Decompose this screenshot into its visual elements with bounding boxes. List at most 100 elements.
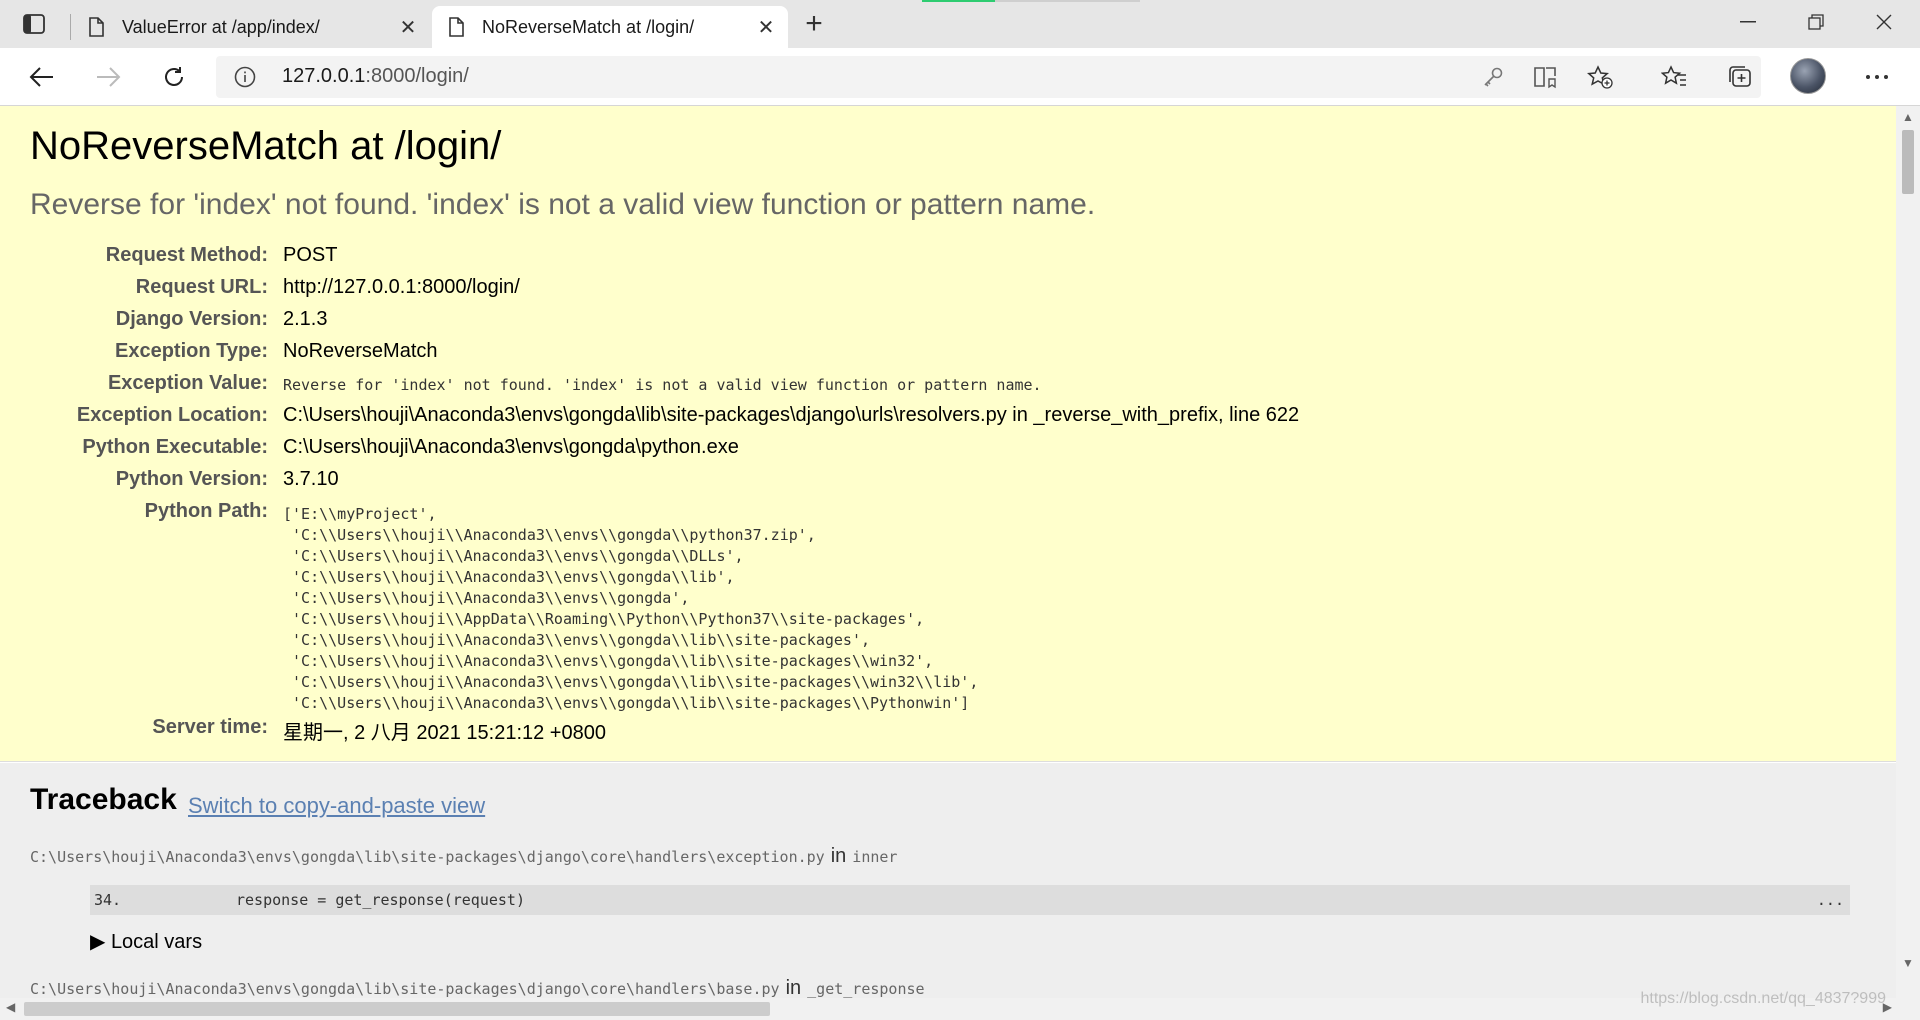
meta-value: 2.1.3 bbox=[283, 308, 328, 330]
meta-key: Exception Location: bbox=[76, 404, 268, 426]
tab-valueerror[interactable]: ValueError at /app/index/ ✕ bbox=[70, 6, 430, 48]
url-host: 127.0.0.1 bbox=[282, 65, 366, 87]
meta-key: Request URL: bbox=[135, 276, 268, 298]
more-menu-icon[interactable] bbox=[1860, 60, 1894, 94]
vertical-scrollbar[interactable]: ▲ ▼ bbox=[1896, 106, 1920, 998]
immersive-reader-icon[interactable] bbox=[1532, 64, 1560, 90]
meta-value: C:\Users\houji\Anaconda3\envs\gongda\pyt… bbox=[283, 436, 739, 458]
meta-value: C:\Users\houji\Anaconda3\envs\gongda\lib… bbox=[283, 404, 1300, 426]
close-icon[interactable]: ✕ bbox=[396, 15, 420, 39]
restore-icon[interactable] bbox=[1788, 8, 1844, 36]
url-path: :8000/login/ bbox=[365, 65, 469, 87]
meta-row-python-version: Python Version: 3.7.10 bbox=[0, 466, 1890, 498]
scroll-thumb[interactable] bbox=[1902, 130, 1914, 194]
collections-icon[interactable] bbox=[1723, 60, 1757, 94]
frame-function: _get_response bbox=[807, 980, 925, 998]
python-path-entry: 'C:\\Users\\houji\\Anaconda3\\envs\\gong… bbox=[283, 547, 744, 565]
scroll-down-icon[interactable]: ▼ bbox=[1902, 956, 1914, 970]
window-close-icon[interactable] bbox=[1856, 8, 1912, 36]
meta-key: Server time: bbox=[152, 716, 268, 738]
frame-file-path: C:\Users\houji\Anaconda3\envs\gongda\lib… bbox=[30, 845, 897, 868]
forward-arrow-icon[interactable] bbox=[90, 59, 126, 95]
local-vars-toggle[interactable]: ▶ Local vars bbox=[90, 929, 202, 954]
new-tab-button[interactable]: + bbox=[798, 7, 830, 40]
meta-row-python-executable: Python Executable: C:\Users\houji\Anacon… bbox=[0, 434, 1890, 466]
frame-file-path: C:\Users\houji\Anaconda3\envs\gongda\lib… bbox=[30, 977, 925, 998]
python-path-entry: 'C:\\Users\\houji\\Anaconda3\\envs\\gong… bbox=[283, 631, 870, 649]
python-path-entry: 'C:\\Users\\houji\\Anaconda3\\envs\\gong… bbox=[283, 673, 979, 691]
frame-function: inner bbox=[852, 848, 898, 866]
meta-value: http://127.0.0.1:8000/login/ bbox=[283, 276, 520, 298]
frame-file: C:\Users\houji\Anaconda3\envs\gongda\lib… bbox=[30, 848, 825, 866]
meta-row-django-version: Django Version: 2.1.3 bbox=[0, 306, 1890, 338]
page-title: NoReverseMatch at /login/ bbox=[30, 124, 502, 168]
python-path-entry: 'C:\\Users\\houji\\Anaconda3\\envs\\gong… bbox=[283, 652, 934, 670]
favorites-icon[interactable] bbox=[1657, 60, 1691, 94]
tab-actions-icon[interactable] bbox=[18, 10, 50, 38]
meta-key: Python Version: bbox=[115, 468, 268, 490]
meta-row-python-path: Python Path: ['E:\\myProject', 'C:\\User… bbox=[0, 498, 1890, 720]
code-text: response = get_response(request) bbox=[236, 891, 525, 909]
meta-key: Exception Type: bbox=[115, 340, 268, 362]
add-favorite-icon[interactable] bbox=[1586, 64, 1614, 90]
meta-value: Reverse for 'index' not found. 'index' i… bbox=[283, 376, 1042, 394]
meta-value: 星期一, 2 八月 2021 15:21:12 +0800 bbox=[283, 722, 606, 744]
python-path-entry: 'C:\\Users\\houji\\Anaconda3\\envs\\gong… bbox=[283, 694, 970, 712]
frame-in-word: in bbox=[785, 977, 802, 998]
meta-value: NoReverseMatch bbox=[283, 340, 438, 362]
tab-title: NoReverseMatch at /login/ bbox=[482, 16, 695, 37]
url-text: 127.0.0.1:8000/login/ bbox=[282, 65, 469, 88]
expand-context-dots[interactable]: ... bbox=[1817, 891, 1844, 909]
address-bar[interactable]: 127.0.0.1:8000/login/ bbox=[216, 56, 1761, 98]
info-icon[interactable] bbox=[234, 66, 256, 88]
meta-value: 3.7.10 bbox=[283, 468, 339, 490]
python-path-entry: 'C:\\Users\\houji\\Anaconda3\\envs\\gong… bbox=[283, 589, 690, 607]
scroll-up-icon[interactable]: ▲ bbox=[1902, 110, 1914, 124]
page-icon bbox=[448, 17, 464, 37]
meta-row-exception-type: Exception Type: NoReverseMatch bbox=[0, 338, 1890, 370]
tab-noreversematch[interactable]: NoReverseMatch at /login/ ✕ bbox=[432, 6, 788, 48]
loading-indicator bbox=[922, 0, 995, 2]
python-path-entry: 'C:\\Users\\houji\\Anaconda3\\envs\\gong… bbox=[283, 526, 816, 544]
close-icon[interactable]: ✕ bbox=[754, 15, 778, 39]
meta-key: Request Method: bbox=[105, 244, 268, 266]
meta-key: Python Path: bbox=[144, 500, 268, 522]
loading-track bbox=[995, 0, 1140, 2]
tab-title: ValueError at /app/index/ bbox=[122, 16, 320, 37]
python-path-entry: ['E:\\myProject', bbox=[283, 505, 437, 523]
horizontal-scrollbar[interactable]: ◀ ▶ bbox=[0, 998, 1920, 1020]
meta-row-exception-value: Exception Value: Reverse for 'index' not… bbox=[0, 370, 1890, 402]
watermark: https://blog.csdn.net/qq_4837?999 bbox=[1640, 990, 1886, 1007]
scroll-thumb[interactable] bbox=[24, 1002, 770, 1016]
error-summary: NoReverseMatch at /login/ Reverse for 'i… bbox=[0, 106, 1896, 762]
browser-toolbar: 127.0.0.1:8000/login/ bbox=[0, 48, 1920, 106]
line-number: 34. bbox=[94, 891, 122, 909]
refresh-icon[interactable] bbox=[156, 59, 192, 95]
traceback-section: Traceback Switch to copy-and-paste view … bbox=[0, 763, 1896, 998]
frame-file: C:\Users\houji\Anaconda3\envs\gongda\lib… bbox=[30, 980, 780, 998]
meta-value: POST bbox=[283, 244, 338, 266]
meta-key: Python Executable: bbox=[82, 436, 268, 458]
key-icon[interactable] bbox=[1479, 64, 1507, 90]
python-path-entry: 'C:\\Users\\houji\\AppData\\Roaming\\Pyt… bbox=[283, 610, 925, 628]
meta-row-request-method: Request Method: POST bbox=[0, 242, 1890, 274]
meta-key: Django Version: bbox=[115, 308, 268, 330]
minimize-icon[interactable] bbox=[1720, 8, 1776, 36]
page-icon bbox=[88, 17, 104, 37]
back-arrow-icon[interactable] bbox=[24, 59, 60, 95]
error-subtitle: Reverse for 'index' not found. 'index' i… bbox=[30, 188, 1096, 221]
scroll-left-icon[interactable]: ◀ bbox=[6, 1000, 15, 1014]
traceback-heading: Traceback bbox=[30, 783, 177, 816]
meta-row-request-url: Request URL: http://127.0.0.1:8000/login… bbox=[0, 274, 1890, 306]
tab-strip: ValueError at /app/index/ ✕ NoReverseMat… bbox=[0, 0, 1920, 48]
meta-row-server-time: Server time: 星期一, 2 八月 2021 15:21:12 +08… bbox=[0, 714, 1890, 746]
context-line[interactable]: 34. response = get_response(request) ... bbox=[90, 885, 1850, 915]
python-path-entry: 'C:\\Users\\houji\\Anaconda3\\envs\\gong… bbox=[283, 568, 735, 586]
page-content: NoReverseMatch at /login/ Reverse for 'i… bbox=[0, 106, 1896, 998]
frame-in-word: in bbox=[830, 845, 847, 867]
python-path-list: ['E:\\myProject', 'C:\\Users\\houji\\Ana… bbox=[283, 504, 978, 714]
meta-key: Exception Value: bbox=[107, 372, 268, 394]
meta-row-exception-location: Exception Location: C:\Users\houji\Anaco… bbox=[0, 402, 1890, 434]
avatar[interactable] bbox=[1790, 58, 1826, 94]
switch-view-link[interactable]: Switch to copy-and-paste view bbox=[188, 793, 485, 819]
